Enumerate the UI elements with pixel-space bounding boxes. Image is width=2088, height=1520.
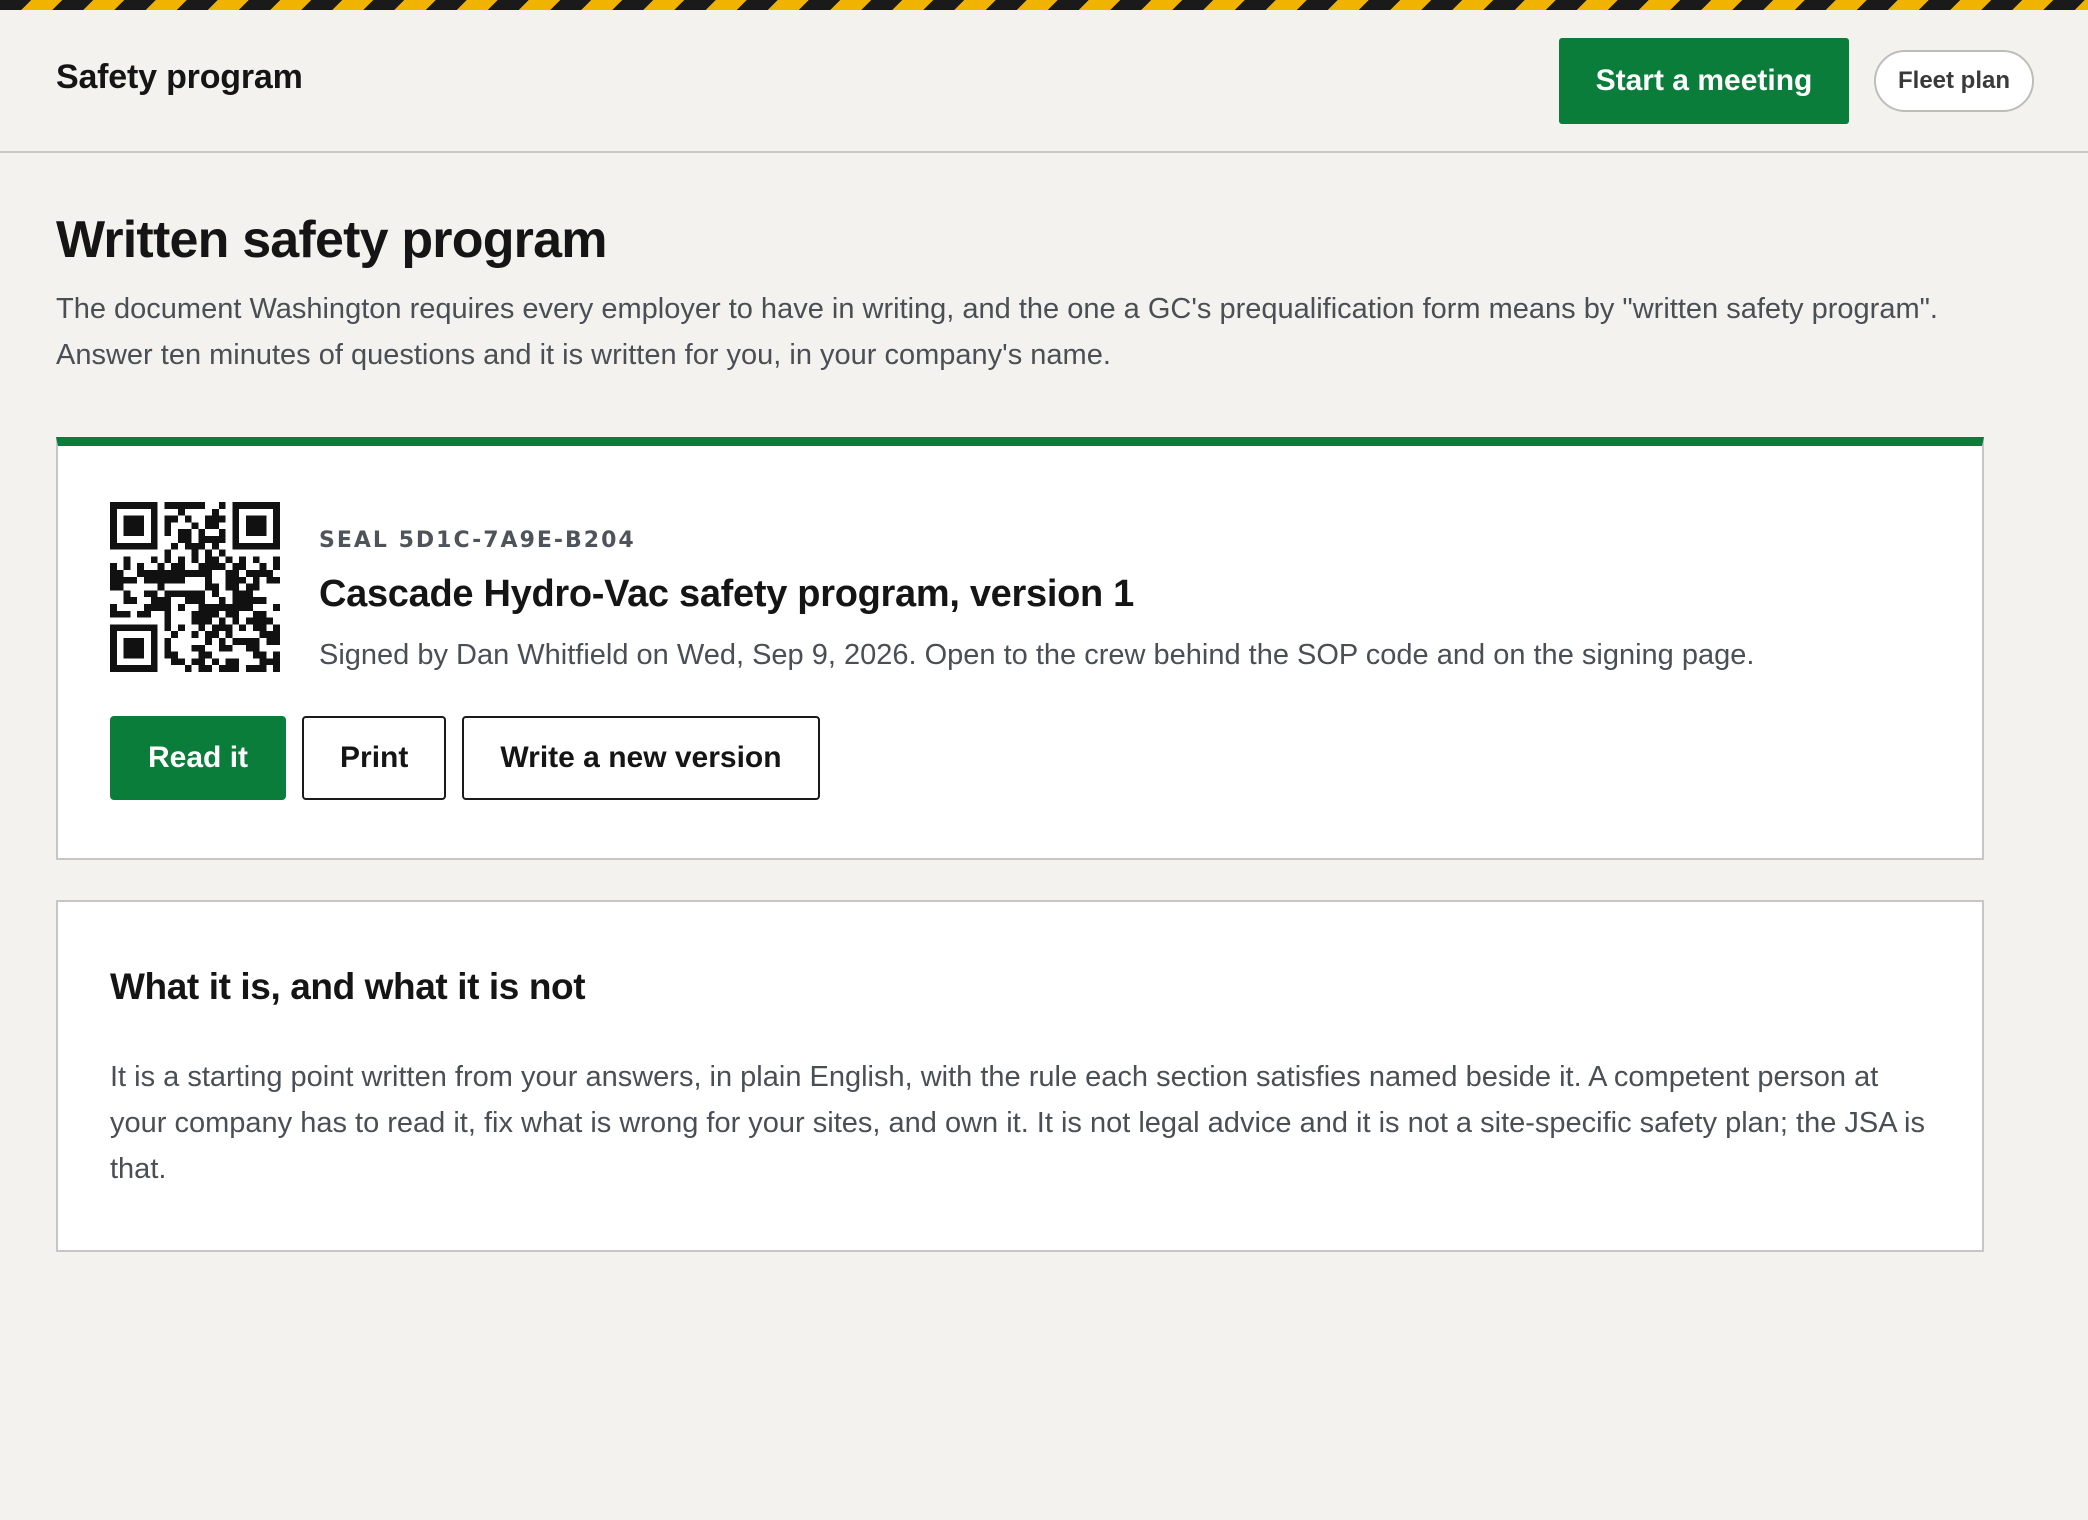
write-new-version-button[interactable]: Write a new version xyxy=(462,716,820,800)
hazard-stripe xyxy=(0,0,2088,10)
print-button[interactable]: Print xyxy=(302,716,447,800)
page-title: Written safety program xyxy=(56,211,607,269)
seal-card: SEAL 5D1C-7A9E-B204 Cascade Hydro-Vac sa… xyxy=(56,437,1984,860)
read-it-button[interactable]: Read it xyxy=(110,716,287,800)
page-intro: The document Washington requires every e… xyxy=(56,293,1938,371)
seal-code: SEAL 5D1C-7A9E-B204 xyxy=(319,528,636,553)
start-meeting-button[interactable]: Start a meeting xyxy=(1559,38,1849,124)
qr-code-icon xyxy=(110,502,280,672)
seal-actions: Read it Print Write a new version xyxy=(110,716,820,800)
info-body: It is a starting point written from your… xyxy=(110,1061,1925,1185)
info-heading: What it is, and what it is not xyxy=(110,966,586,1007)
signed-meta: Signed by Dan Whitfield on Wed, Sep 9, 2… xyxy=(319,639,1755,671)
info-card: What it is, and what it is not It is a s… xyxy=(56,900,1984,1252)
top-bar: Safety program Start a meeting Fleet pla… xyxy=(0,10,2088,153)
fleet-plan-button[interactable]: Fleet plan xyxy=(1874,50,2034,112)
brand-title[interactable]: Safety program xyxy=(56,58,303,97)
program-title: Cascade Hydro-Vac safety program, versio… xyxy=(319,573,1135,615)
